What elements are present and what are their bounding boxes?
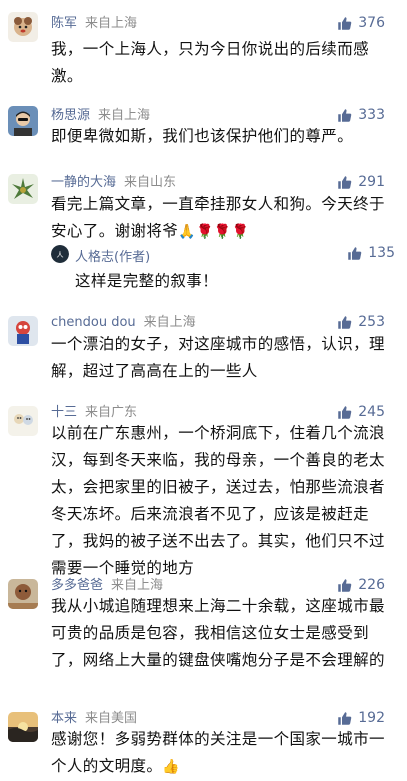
svg-text:人: 人 xyxy=(57,251,64,259)
emoji-group: 👍 xyxy=(162,759,181,775)
avatar[interactable] xyxy=(8,406,38,436)
comment-text: 感谢您！多弱势群体的关注是一个国家一城市一个人的文明度。👍 xyxy=(51,726,386,781)
avatar[interactable] xyxy=(8,174,38,204)
comment-text: 即便卑微如斯，我们也该保护他们的尊严。 xyxy=(51,127,354,145)
comment-location: 来自上海 xyxy=(98,108,151,123)
comment-text: 看完上篇文章，一直牵挂那女人和狗。今天终于安心了。谢谢将爷🙏🌹🌹🌹 xyxy=(51,191,386,246)
like-count: 135 xyxy=(368,245,395,261)
thumbs-up-icon xyxy=(337,175,352,190)
like-count: 192 xyxy=(358,710,385,726)
thumbs-up-icon xyxy=(337,405,352,420)
like-count: 333 xyxy=(358,107,385,123)
commenter-name[interactable]: 本来 xyxy=(51,711,77,726)
like-count: 245 xyxy=(358,404,385,420)
commenter-name[interactable]: 杨思源 xyxy=(51,108,90,123)
comment-location: 来自上海 xyxy=(85,16,138,31)
avatar[interactable] xyxy=(8,12,38,42)
comment-text-body: 感谢您！多弱势群体的关注是一个国家一城市一个人的文明度。 xyxy=(51,730,385,775)
thumbs-up-icon xyxy=(347,246,362,261)
comment-location: 来自美国 xyxy=(85,711,138,726)
avatar[interactable] xyxy=(8,316,38,346)
comment-location: 来自上海 xyxy=(111,578,164,593)
like-count: 291 xyxy=(358,174,385,190)
thumbs-up-icon xyxy=(337,315,352,330)
commenter-name[interactable]: 多多爸爸 xyxy=(51,578,103,593)
commenter-name[interactable]: 一静的大海 xyxy=(51,175,116,190)
emoji-group: 🙏🌹🌹🌹 xyxy=(178,224,250,240)
like-button[interactable]: 226 xyxy=(337,577,385,593)
like-count: 376 xyxy=(358,15,385,31)
reply-text: 这样是完整的叙事！ xyxy=(75,272,219,290)
like-button[interactable]: 245 xyxy=(337,404,385,420)
like-count: 226 xyxy=(358,577,385,593)
like-button[interactable]: 253 xyxy=(337,314,385,330)
like-button[interactable]: 192 xyxy=(337,710,385,726)
comment-location: 来自上海 xyxy=(143,315,196,330)
comment-text: 以前在广东惠州，一个桥洞底下，住着几个流浪汉，每到冬天来临，我的母亲，一个善良的… xyxy=(51,424,385,577)
like-count: 253 xyxy=(358,314,385,330)
like-button[interactable]: 291 xyxy=(337,174,385,190)
commenter-name[interactable]: 十三 xyxy=(51,405,77,420)
comment-text: 我，一个上海人，只为今日你说出的后续而感激。 xyxy=(51,40,370,85)
reply-author-name[interactable]: 人格志(作者) xyxy=(75,246,150,265)
comment-header: 本来 来自美国 xyxy=(51,711,137,727)
avatar[interactable] xyxy=(8,712,38,742)
commenter-name[interactable]: 陈军 xyxy=(51,16,77,31)
avatar[interactable] xyxy=(8,579,38,609)
commenter-name[interactable]: chendou dou xyxy=(51,315,136,330)
thumbs-up-icon xyxy=(337,16,352,31)
like-button[interactable]: 135 xyxy=(347,245,395,261)
thumbs-up-icon xyxy=(337,108,352,123)
comment-header: 陈军 来自上海 xyxy=(51,16,137,32)
avatar[interactable] xyxy=(8,106,38,136)
comment-location: 来自广东 xyxy=(85,405,138,420)
comment-header: 一静的大海 来自山东 xyxy=(51,175,176,191)
author-avatar[interactable]: 人 xyxy=(51,245,69,263)
comment-header: 十三 来自广东 xyxy=(51,405,137,421)
like-button[interactable]: 376 xyxy=(337,15,385,31)
like-button[interactable]: 333 xyxy=(337,107,385,123)
comment-header: 多多爸爸 来自上海 xyxy=(51,578,163,594)
comment-header: chendou dou 来自上海 xyxy=(51,315,196,331)
comment-text: 一个漂泊的女子，对这座城市的感悟，认识，理解，超过了高高在上的一些人 xyxy=(51,335,385,380)
comment-text: 我从小城追随理想来上海二十余载，这座城市最可贵的品质是包容，我相信这位女士是感受… xyxy=(51,597,385,669)
comment-location: 来自山东 xyxy=(124,175,177,190)
thumbs-up-icon xyxy=(337,578,352,593)
comment-header: 杨思源 来自上海 xyxy=(51,108,150,124)
thumbs-up-icon xyxy=(337,711,352,726)
